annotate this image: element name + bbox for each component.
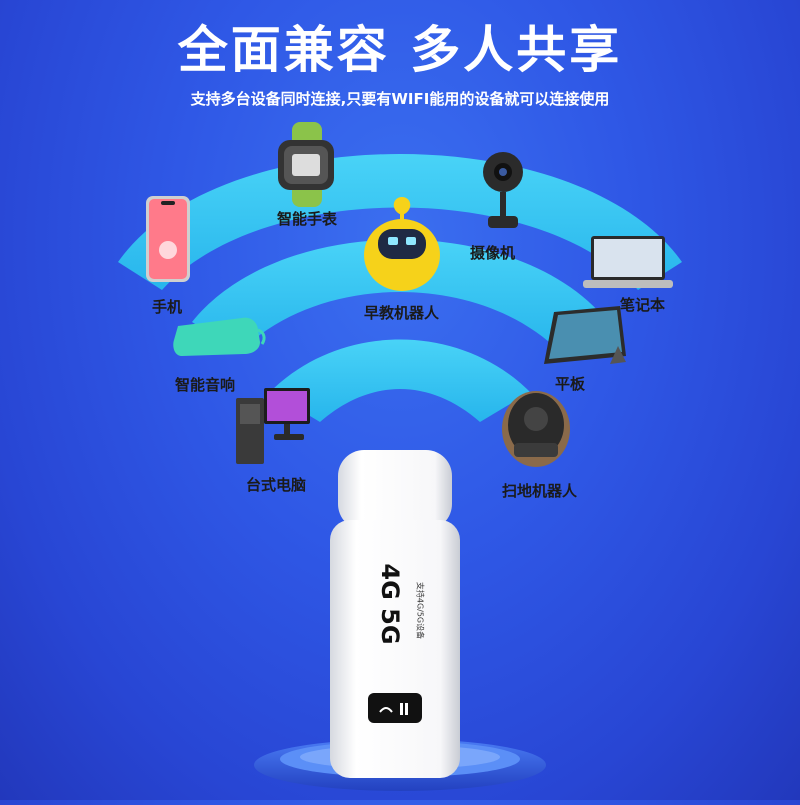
robot-icon <box>364 197 440 291</box>
desktop-icon <box>236 388 310 464</box>
vacuum-label: 扫地机器人 <box>502 482 578 500</box>
camera-icon <box>483 152 523 228</box>
dongle-brand-text: 4G 5G <box>376 563 404 645</box>
robot-label: 早教机器人 <box>364 304 440 322</box>
phone-icon <box>146 196 190 282</box>
camera-label: 摄像机 <box>470 244 516 262</box>
smartwatch-label: 智能手表 <box>277 210 338 228</box>
desktop-label: 台式电脑 <box>246 476 307 494</box>
speaker-icon <box>173 317 266 356</box>
speaker-label: 智能音响 <box>175 376 236 394</box>
smartwatch-icon <box>278 122 334 207</box>
phone-label: 手机 <box>152 298 183 316</box>
laptop-icon <box>583 236 673 288</box>
dongle-small-text: 支持4G/5G设备 <box>415 581 425 640</box>
tablet-icon <box>544 306 626 364</box>
vacuum-icon <box>502 391 570 467</box>
